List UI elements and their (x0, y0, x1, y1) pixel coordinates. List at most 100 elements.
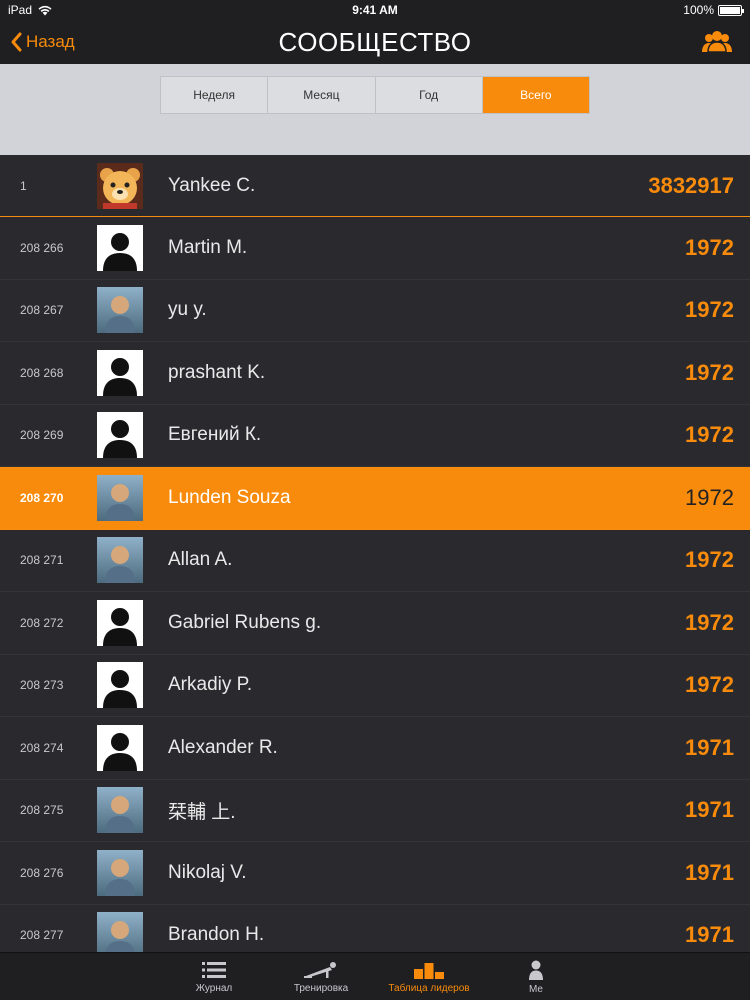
podium-icon (414, 962, 444, 979)
avatar[interactable] (97, 787, 143, 834)
row-user-name: Allan A. (168, 549, 233, 571)
segment-month[interactable]: Месяц (268, 77, 376, 113)
row-user-name: 栞輔 上. (168, 801, 236, 823)
leaderboard-row[interactable]: 208 272 Gabriel Rubens g. 1972 (0, 592, 750, 655)
battery-fill (720, 6, 740, 14)
group-icon (702, 31, 732, 53)
row-score: 1972 (685, 609, 734, 635)
row-user-name: Yankee C. (168, 174, 256, 196)
avatar[interactable] (97, 599, 143, 646)
battery-percent: 100% (683, 3, 714, 17)
status-bar: iPad 9:41 AM 100% (0, 0, 750, 20)
segment-year[interactable]: Год (375, 77, 483, 113)
row-score: 1972 (685, 672, 734, 698)
row-score: 1972 (685, 359, 734, 385)
row-score: 1971 (685, 734, 734, 760)
row-score: 3832917 (648, 172, 734, 198)
segment-all-label: Всего (520, 88, 552, 102)
row-rank: 208 272 (20, 615, 64, 630)
pushup-icon (304, 961, 336, 978)
row-rank: 208 271 (20, 553, 64, 568)
list-icon (202, 961, 226, 978)
period-filter-area: Неделя Месяц Год Всего (0, 64, 750, 155)
row-score: 1972 (685, 234, 734, 260)
leaderboard-row[interactable]: 208 274 Alexander R. 1971 (0, 717, 750, 780)
row-rank: 1 (20, 178, 27, 193)
leaderboard-list[interactable]: 1 Yankee C. 3832917 208 266 Martin M. 1972 208… (0, 155, 750, 952)
avatar[interactable] (97, 912, 143, 952)
row-user-name: Nikolaj V. (168, 861, 247, 883)
row-rank: 208 277 (20, 928, 64, 943)
row-rank: 208 269 (20, 428, 64, 443)
leaderboard-row[interactable]: 208 276 Nikolaj V. 1971 (0, 842, 750, 905)
tab-leaderboard-label: Таблица лидеров (388, 982, 470, 994)
tab-me-label: Me (529, 983, 543, 995)
row-user-name: prashant K. (168, 361, 266, 383)
row-score: 1971 (685, 797, 734, 823)
avatar[interactable] (97, 537, 143, 584)
community-button[interactable] (700, 28, 734, 56)
row-user-name: Lunden Souza (168, 486, 291, 508)
row-rank: 208 267 (20, 303, 64, 318)
avatar[interactable] (97, 662, 143, 709)
row-user-name: Alexander R. (168, 736, 278, 758)
leaderboard-row[interactable]: 208 269 Евгений К. 1972 (0, 404, 750, 467)
segment-year-label: Год (419, 88, 439, 102)
tab-workout[interactable]: Тренировка (266, 953, 376, 1000)
row-rank: 208 275 (20, 803, 64, 818)
row-score: 1971 (685, 859, 734, 885)
row-score: 1971 (685, 922, 734, 948)
person-icon (529, 960, 543, 980)
status-right: 100% (683, 3, 744, 17)
tab-journal-label: Журнал (195, 982, 233, 994)
avatar[interactable] (97, 724, 143, 771)
avatar[interactable] (97, 349, 143, 396)
row-score: 1972 (685, 422, 734, 448)
row-user-name: Arkadiy P. (168, 674, 253, 696)
status-time: 9:41 AM (352, 3, 398, 17)
leaderboard-row[interactable]: 208 266 Martin M. 1972 (0, 217, 750, 280)
avatar[interactable] (97, 849, 143, 896)
row-rank: 208 276 (20, 865, 64, 880)
row-user-name: Brandon H. (168, 924, 265, 946)
row-rank: 208 274 (20, 740, 64, 755)
row-rank: 208 266 (20, 240, 64, 255)
battery-icon (718, 4, 744, 16)
row-score: 1972 (685, 484, 734, 510)
leaderboard-row[interactable]: 208 271 Allan A. 1972 (0, 529, 750, 592)
row-score: 1972 (685, 297, 734, 323)
row-rank: 208 273 (20, 678, 64, 693)
segment-all[interactable]: Всего (482, 77, 589, 113)
avatar[interactable] (97, 162, 143, 209)
avatar[interactable] (97, 224, 143, 271)
leaderboard-row[interactable]: 208 267 yu y. 1972 (0, 279, 750, 342)
period-segmented-control: Неделя Месяц Год Всего (160, 76, 590, 114)
app-root: iPad 9:41 AM 100% Назад СООБЩЕСТВО Недел… (0, 0, 750, 1000)
leaderboard-row[interactable]: 208 277 Brandon H. 1971 (0, 904, 750, 952)
leaderboard-row[interactable]: 208 268 prashant K. 1972 (0, 342, 750, 405)
row-user-name: Gabriel Rubens g. (168, 611, 322, 633)
segment-month-label: Месяц (303, 88, 340, 102)
leaderboard-row[interactable]: 1 Yankee C. 3832917 (0, 155, 750, 217)
segment-week-label: Неделя (193, 88, 236, 102)
tab-workout-label: Тренировка (293, 982, 349, 994)
page-title: СООБЩЕСТВО (278, 27, 472, 57)
row-score: 1972 (685, 547, 734, 573)
avatar[interactable] (97, 474, 143, 521)
leaderboard-row-current-user[interactable]: 208 270 Lunden Souza 1972 (0, 467, 750, 530)
avatar[interactable] (97, 287, 143, 334)
row-rank: 208 268 (20, 365, 64, 380)
tab-bar: Журнал Тренировка Таблица лидеров Me (0, 952, 750, 1000)
nav-bar: Назад СООБЩЕСТВО (0, 20, 750, 64)
row-user-name: Евгений К. (168, 424, 262, 446)
leaderboard-row[interactable]: 208 273 Arkadiy P. 1972 (0, 654, 750, 717)
leaderboard-row[interactable]: 208 275 栞輔 上. 1971 (0, 779, 750, 842)
row-user-name: yu y. (168, 299, 207, 321)
tab-journal[interactable]: Журнал (159, 953, 269, 1000)
tab-me[interactable]: Me (481, 953, 591, 1000)
avatar[interactable] (97, 412, 143, 459)
row-user-name: Martin M. (168, 236, 248, 258)
tab-leaderboard[interactable]: Таблица лидеров (374, 953, 484, 1000)
row-rank: 208 270 (20, 490, 64, 505)
segment-week[interactable]: Неделя (161, 77, 269, 113)
